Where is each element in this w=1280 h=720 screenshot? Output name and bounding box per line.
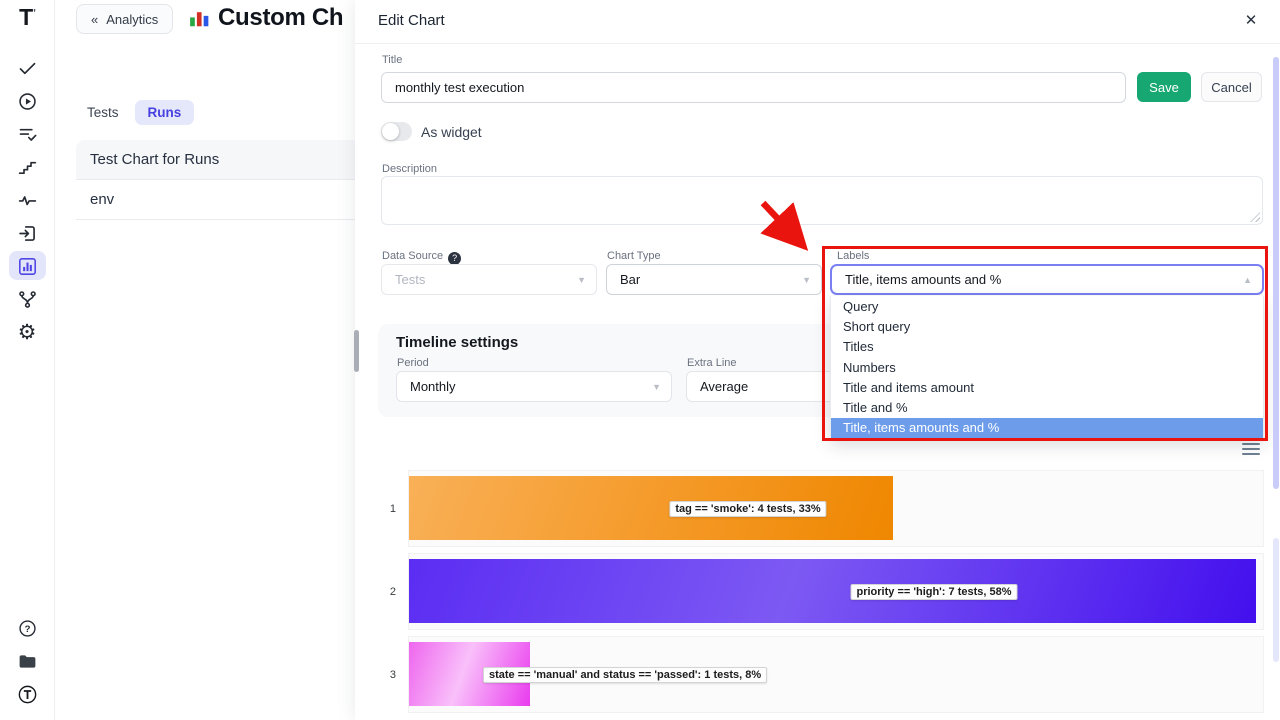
back-button-label: Analytics — [106, 12, 158, 27]
folder-icon[interactable] — [15, 649, 39, 673]
import-icon[interactable] — [15, 221, 39, 245]
chart-row: 1 tag == 'smoke': 4 tests, 33% — [380, 467, 1264, 550]
labels-value: Title, items amounts and % — [845, 272, 1001, 287]
dropdown-option[interactable]: Titles — [831, 337, 1263, 357]
caret-down-icon: ▼ — [802, 275, 811, 285]
resize-grip-icon[interactable] — [1250, 212, 1260, 222]
y-axis-tick-label: 3 — [380, 633, 396, 716]
period-label: Period — [397, 357, 429, 369]
caret-up-icon: ▲ — [1243, 275, 1252, 285]
svg-text:?: ? — [24, 624, 30, 635]
chart-list: Test Chart for Runsenv — [76, 140, 355, 220]
custom-chart-icon — [187, 7, 212, 37]
extra-line-label: Extra Line — [687, 357, 737, 369]
bar-chart-icon[interactable] — [15, 254, 39, 278]
dropdown-option[interactable]: Title, items amounts and % — [831, 418, 1263, 438]
save-button[interactable]: Save — [1137, 72, 1191, 102]
bar-segment[interactable] — [409, 559, 1256, 623]
steps-icon[interactable] — [15, 155, 39, 179]
period-value: Monthly — [410, 379, 456, 394]
data-source-select[interactable]: Tests ▼ — [381, 264, 597, 295]
labels-label: Labels — [837, 250, 869, 262]
bar-data-label: tag == 'smoke': 4 tests, 33% — [669, 501, 826, 517]
pulse-icon[interactable] — [15, 188, 39, 212]
cancel-button[interactable]: Cancel — [1201, 72, 1262, 102]
gear-icon[interactable]: ⚙ — [15, 320, 39, 344]
chart-type-label: Chart Type — [607, 250, 661, 262]
app-logo-icon[interactable]: T' — [0, 4, 55, 31]
chart-type-select[interactable]: Bar ▼ — [606, 264, 822, 295]
bar-data-label: priority == 'high': 7 tests, 58% — [851, 584, 1018, 600]
timeline-settings-heading: Timeline settings — [396, 334, 518, 351]
page-title: Custom Ch — [218, 4, 378, 36]
panel-resize-handle[interactable] — [354, 330, 359, 372]
scrollbar-thumb[interactable] — [1273, 57, 1279, 489]
tab-runs[interactable]: Runs — [135, 100, 195, 125]
dropdown-option[interactable]: Query — [831, 296, 1263, 316]
bar-track: tag == 'smoke': 4 tests, 33% — [408, 470, 1264, 547]
back-to-analytics-button[interactable]: « Analytics — [76, 4, 173, 34]
check-icon[interactable] — [15, 56, 39, 80]
data-source-value: Tests — [395, 272, 425, 287]
drawer-header: Edit Chart ✕ — [355, 0, 1280, 44]
chart-row: 2 priority == 'high': 7 tests, 58% — [380, 550, 1264, 633]
dropdown-option[interactable]: Title and % — [831, 397, 1263, 417]
bar-track: state == 'manual' and status == 'passed'… — [408, 636, 1264, 713]
tabs-bar: Tests Runs — [85, 100, 194, 125]
icon-sidebar: T' ⚙ ? — [0, 0, 55, 720]
question-badge-icon[interactable]: ? — [448, 252, 461, 265]
help-icon[interactable]: ? — [15, 616, 39, 640]
close-icon[interactable]: ✕ — [1241, 10, 1261, 30]
app-root: T' ⚙ ? « Analytics — [0, 0, 1280, 720]
tab-tests[interactable]: Tests — [85, 100, 121, 125]
title-field-label: Title — [382, 54, 402, 66]
description-textarea[interactable] — [381, 176, 1263, 225]
description-field-label: Description — [382, 163, 437, 175]
logo-circle-icon[interactable] — [15, 682, 39, 706]
dropdown-option[interactable]: Title and items amount — [831, 377, 1263, 397]
period-select[interactable]: Monthly ▼ — [396, 371, 672, 402]
bar-chart: 1 tag == 'smoke': 4 tests, 33% 2 priority =… — [380, 467, 1264, 716]
title-input[interactable]: monthly test execution — [381, 72, 1126, 103]
play-circle-icon[interactable] — [15, 89, 39, 113]
labels-select[interactable]: Title, items amounts and % ▲ — [830, 264, 1264, 295]
labels-dropdown-menu: QueryShort queryTitlesNumbersTitle and i… — [830, 296, 1264, 439]
branch-icon[interactable] — [15, 287, 39, 311]
list-item[interactable]: env — [76, 180, 355, 220]
y-axis-tick-label: 2 — [380, 550, 396, 633]
list-check-icon[interactable] — [15, 122, 39, 146]
scrollbar-thumb-secondary[interactable] — [1273, 538, 1279, 662]
as-widget-toggle[interactable] — [381, 122, 412, 141]
toggle-knob — [382, 123, 399, 140]
edit-chart-drawer: Edit Chart ✕ Title monthly test executio… — [355, 0, 1280, 720]
analytics-panel: « Analytics Custom Ch ✕ Tests Runs Test … — [55, 0, 355, 720]
data-source-label: Data Source? — [382, 250, 461, 265]
drawer-title: Edit Chart — [378, 12, 445, 29]
dropdown-option[interactable]: Numbers — [831, 357, 1263, 377]
dropdown-option[interactable]: Short query — [831, 316, 1263, 336]
chart-row: 3 state == 'manual' and status == 'passed… — [380, 633, 1264, 716]
caret-down-icon: ▼ — [577, 275, 586, 285]
caret-down-icon: ▼ — [652, 382, 661, 392]
list-item[interactable]: Test Chart for Runs — [76, 140, 355, 180]
bar-data-label: state == 'manual' and status == 'passed'… — [483, 667, 767, 683]
chevrons-left-icon: « — [91, 12, 98, 27]
as-widget-label: As widget — [421, 124, 482, 140]
chart-menu-icon[interactable] — [1242, 440, 1260, 458]
extra-line-value: Average — [700, 379, 748, 394]
y-axis-tick-label: 1 — [380, 467, 396, 550]
bar-track: priority == 'high': 7 tests, 58% — [408, 553, 1264, 630]
chart-type-value: Bar — [620, 272, 640, 287]
